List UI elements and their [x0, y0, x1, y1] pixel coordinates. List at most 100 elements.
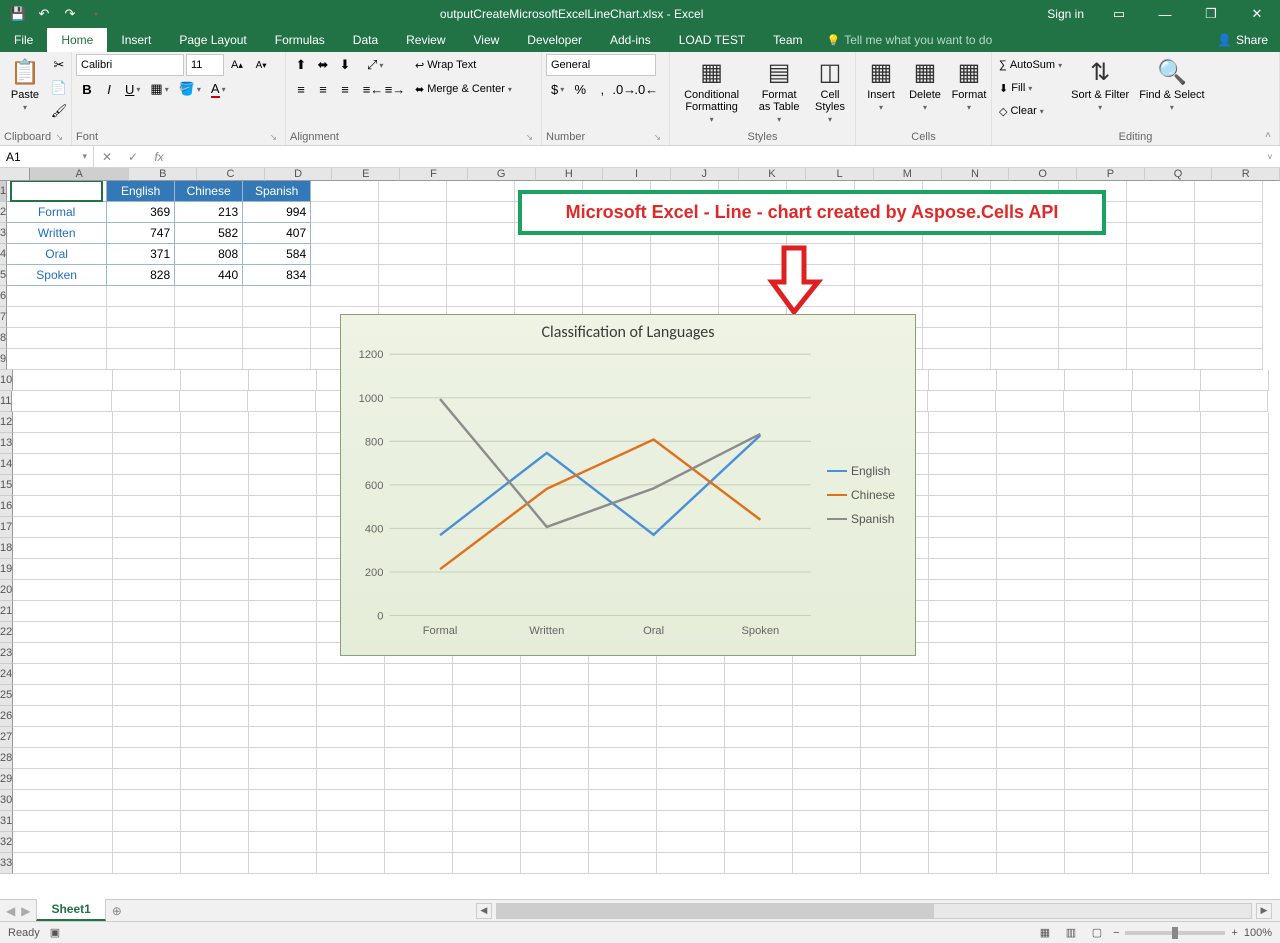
row-header-29[interactable]: 29	[0, 769, 13, 790]
cell-A8[interactable]	[7, 328, 107, 349]
cell-A11[interactable]	[12, 391, 112, 412]
align-right-button[interactable]: ≡	[334, 78, 356, 100]
cell-P25[interactable]	[1065, 685, 1133, 706]
copy-button[interactable]: 📄	[48, 77, 70, 99]
cell-L23[interactable]	[793, 643, 861, 664]
cell-E8[interactable]	[311, 328, 379, 349]
col-header-D[interactable]: D	[265, 168, 333, 181]
cell-R8[interactable]	[1195, 328, 1263, 349]
cell-D2[interactable]: 994	[243, 202, 311, 223]
row-header-30[interactable]: 30	[0, 790, 13, 811]
cell-A15[interactable]	[13, 475, 113, 496]
cell-B19[interactable]	[113, 559, 181, 580]
cell-K6[interactable]	[719, 286, 787, 307]
row-header-3[interactable]: 3	[0, 223, 7, 244]
cell-O1[interactable]	[991, 181, 1059, 202]
cell-H2[interactable]	[515, 202, 583, 223]
cell-M31[interactable]	[861, 811, 929, 832]
collapse-ribbon-button[interactable]: ˄	[1259, 127, 1277, 143]
cell-J33[interactable]	[657, 853, 725, 874]
cell-H5[interactable]	[515, 265, 583, 286]
cell-F3[interactable]	[379, 223, 447, 244]
cell-A24[interactable]	[13, 664, 113, 685]
cell-O3[interactable]	[991, 223, 1059, 244]
cell-B16[interactable]	[113, 496, 181, 517]
cell-R17[interactable]	[1201, 517, 1269, 538]
cell-M29[interactable]	[861, 769, 929, 790]
cell-M18[interactable]	[861, 538, 929, 559]
cell-P12[interactable]	[1065, 412, 1133, 433]
page-layout-view-button[interactable]: ▥	[1061, 925, 1081, 941]
cell-E9[interactable]	[311, 349, 379, 370]
cell-D8[interactable]	[243, 328, 311, 349]
cell-H4[interactable]	[515, 244, 583, 265]
fill-button[interactable]: ⬇ Fill▾	[996, 77, 1065, 99]
cell-R23[interactable]	[1201, 643, 1269, 664]
cell-L20[interactable]	[793, 580, 861, 601]
cell-H23[interactable]	[521, 643, 589, 664]
cell-H3[interactable]	[515, 223, 583, 244]
cell-F15[interactable]	[385, 475, 453, 496]
conditional-formatting-button[interactable]: ▦Conditional Formatting▾	[674, 54, 749, 124]
cell-A16[interactable]	[13, 496, 113, 517]
cell-R31[interactable]	[1201, 811, 1269, 832]
cell-G10[interactable]	[453, 370, 521, 391]
cell-O2[interactable]	[991, 202, 1059, 223]
row-header-8[interactable]: 8	[0, 328, 7, 349]
clipboard-launcher[interactable]: ↘	[55, 132, 67, 143]
cell-N32[interactable]	[929, 832, 997, 853]
ribbon-tab-add-ins[interactable]: Add-ins	[596, 28, 665, 52]
cell-P31[interactable]	[1065, 811, 1133, 832]
cell-I9[interactable]	[583, 349, 651, 370]
cell-L13[interactable]	[793, 433, 861, 454]
cell-C2[interactable]: 213	[175, 202, 243, 223]
cell-A6[interactable]	[7, 286, 107, 307]
close-button[interactable]: ✕	[1234, 0, 1280, 28]
cell-F19[interactable]	[385, 559, 453, 580]
cell-F5[interactable]	[379, 265, 447, 286]
cell-E17[interactable]	[317, 517, 385, 538]
row-header-18[interactable]: 18	[0, 538, 13, 559]
cell-K13[interactable]	[725, 433, 793, 454]
cell-G1[interactable]	[447, 181, 515, 202]
maximize-button[interactable]: ❐	[1188, 0, 1234, 28]
cell-A33[interactable]	[13, 853, 113, 874]
cell-N3[interactable]	[923, 223, 991, 244]
cell-K27[interactable]	[725, 727, 793, 748]
share-button[interactable]: 👤Share	[1205, 33, 1280, 47]
cell-Q9[interactable]	[1127, 349, 1195, 370]
cell-E18[interactable]	[317, 538, 385, 559]
cell-I33[interactable]	[589, 853, 657, 874]
cell-Q20[interactable]	[1133, 580, 1201, 601]
col-header-O[interactable]: O	[1009, 168, 1077, 181]
cell-Q24[interactable]	[1133, 664, 1201, 685]
cell-E20[interactable]	[317, 580, 385, 601]
cell-E16[interactable]	[317, 496, 385, 517]
row-header-15[interactable]: 15	[0, 475, 13, 496]
new-sheet-button[interactable]: ⊕	[106, 904, 128, 918]
row-header-23[interactable]: 23	[0, 643, 13, 664]
cell-E30[interactable]	[317, 790, 385, 811]
cell-C26[interactable]	[181, 706, 249, 727]
cell-M28[interactable]	[861, 748, 929, 769]
row-header-12[interactable]: 12	[0, 412, 13, 433]
cell-A31[interactable]	[13, 811, 113, 832]
cell-I31[interactable]	[589, 811, 657, 832]
cell-J23[interactable]	[657, 643, 725, 664]
save-icon[interactable]: 💾	[6, 2, 30, 26]
cell-K2[interactable]	[719, 202, 787, 223]
ribbon-tab-team[interactable]: Team	[759, 28, 816, 52]
cell-E3[interactable]	[311, 223, 379, 244]
cell-O23[interactable]	[997, 643, 1065, 664]
cell-D17[interactable]	[249, 517, 317, 538]
cell-J6[interactable]	[651, 286, 719, 307]
cell-L31[interactable]	[793, 811, 861, 832]
cell-P6[interactable]	[1059, 286, 1127, 307]
cell-A2[interactable]: Formal	[7, 202, 107, 223]
cell-R3[interactable]	[1195, 223, 1263, 244]
cell-H33[interactable]	[521, 853, 589, 874]
cell-E11[interactable]	[316, 391, 384, 412]
cell-K32[interactable]	[725, 832, 793, 853]
cell-M5[interactable]	[855, 265, 923, 286]
cell-O18[interactable]	[997, 538, 1065, 559]
